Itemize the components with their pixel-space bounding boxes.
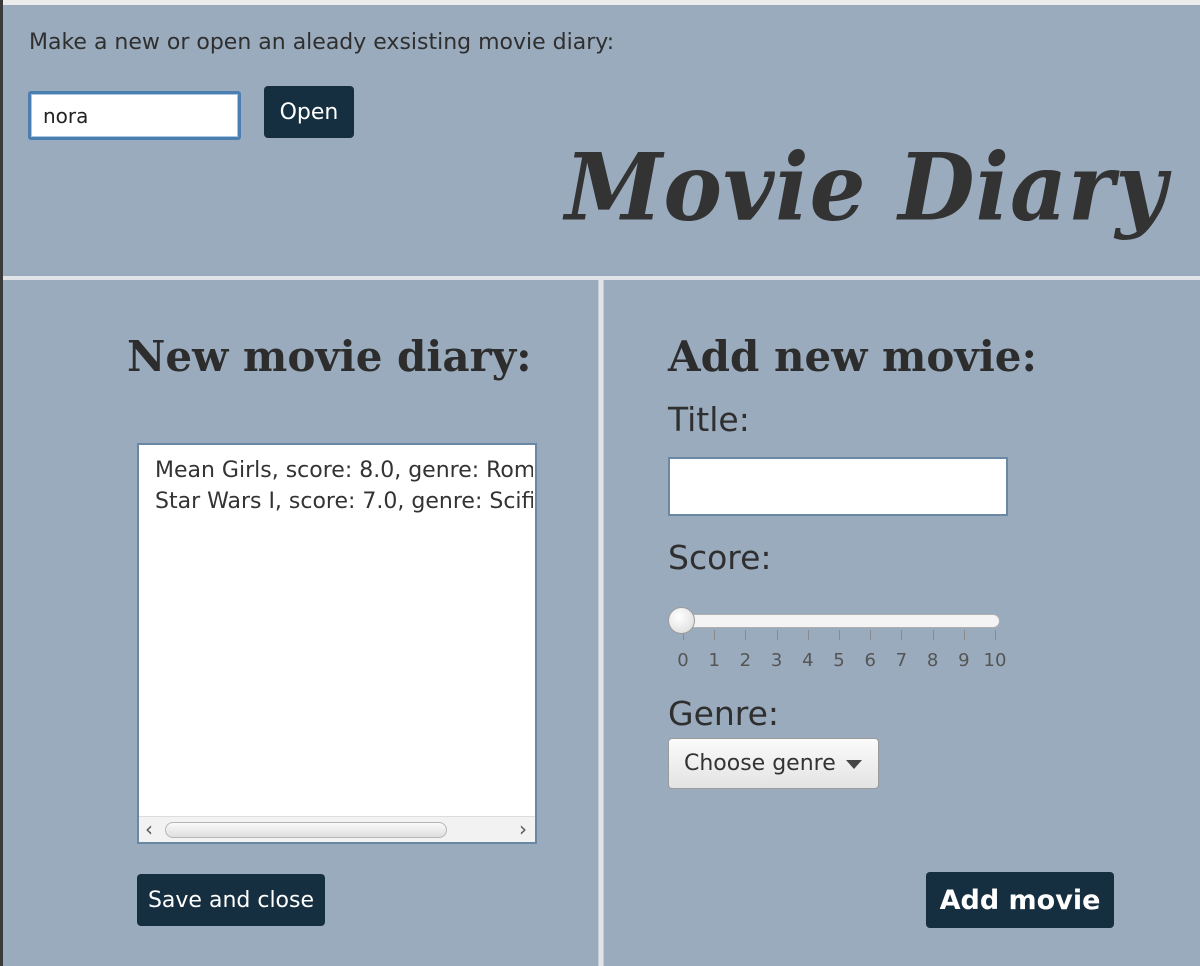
genre-dropdown[interactable]: Choose genre	[668, 738, 879, 789]
movie-list-items: Mean Girls, score: 8.0, genre: Romance S…	[155, 455, 535, 517]
score-slider-thumb[interactable]	[668, 607, 695, 634]
slider-tick	[963, 630, 965, 640]
slider-tick	[714, 630, 716, 640]
save-and-close-button[interactable]: Save and close	[137, 874, 325, 926]
score-slider-track[interactable]	[672, 614, 1000, 628]
slider-tick-label: 4	[802, 650, 814, 671]
open-button[interactable]: Open	[264, 86, 354, 138]
slider-tick	[839, 630, 840, 640]
scroll-thumb[interactable]	[165, 822, 447, 838]
slider-tick	[932, 630, 934, 640]
horizontal-scrollbar[interactable]: ‹ ›	[139, 816, 535, 842]
slider-tick-label: 7	[895, 650, 908, 671]
chevron-down-icon	[846, 760, 862, 769]
slider-tick-label: 1	[708, 650, 720, 671]
title-label: Title:	[668, 400, 750, 439]
slider-tick-label: 2	[739, 650, 752, 671]
score-slider-labels: 0 1 2 3 4 5 6 7 8 9 10	[672, 650, 1012, 674]
genre-label: Genre:	[668, 694, 780, 733]
slider-tick-label: 8	[926, 650, 939, 671]
diary-name-input[interactable]	[28, 91, 241, 140]
diary-prompt: Make a new or open an aleady exsisting m…	[29, 30, 615, 55]
slider-tick-label: 0	[677, 650, 689, 671]
list-item[interactable]: Star Wars I, score: 7.0, genre: Scifi	[155, 486, 533, 517]
add-movie-button[interactable]: Add movie	[926, 872, 1114, 928]
movie-list[interactable]: Mean Girls, score: 8.0, genre: Romance S…	[137, 443, 537, 844]
slider-tick-label: 6	[864, 650, 876, 671]
scroll-left-icon[interactable]: ‹	[145, 819, 153, 839]
genre-selected-value: Choose genre	[684, 751, 836, 776]
scroll-right-icon[interactable]: ›	[519, 819, 527, 839]
list-item[interactable]: Mean Girls, score: 8.0, genre: Romance	[155, 455, 533, 486]
slider-tick-label: 3	[770, 650, 783, 671]
slider-tick-label: 10	[983, 650, 1007, 671]
slider-tick	[870, 630, 872, 640]
app-title: Movie Diary	[565, 132, 1168, 242]
score-slider-ticks	[683, 630, 996, 640]
slider-tick	[745, 630, 747, 640]
slider-tick	[776, 630, 778, 640]
title-input[interactable]	[668, 457, 1008, 516]
score-label: Score:	[668, 538, 772, 577]
vertical-divider[interactable]	[598, 280, 604, 966]
slider-tick-label: 5	[833, 650, 845, 671]
new-diary-heading: New movie diary:	[127, 332, 532, 381]
slider-tick	[995, 630, 996, 640]
add-movie-heading: Add new movie:	[668, 332, 1038, 381]
slider-tick	[807, 630, 809, 640]
slider-tick-label: 9	[958, 650, 970, 671]
slider-tick	[901, 630, 903, 640]
